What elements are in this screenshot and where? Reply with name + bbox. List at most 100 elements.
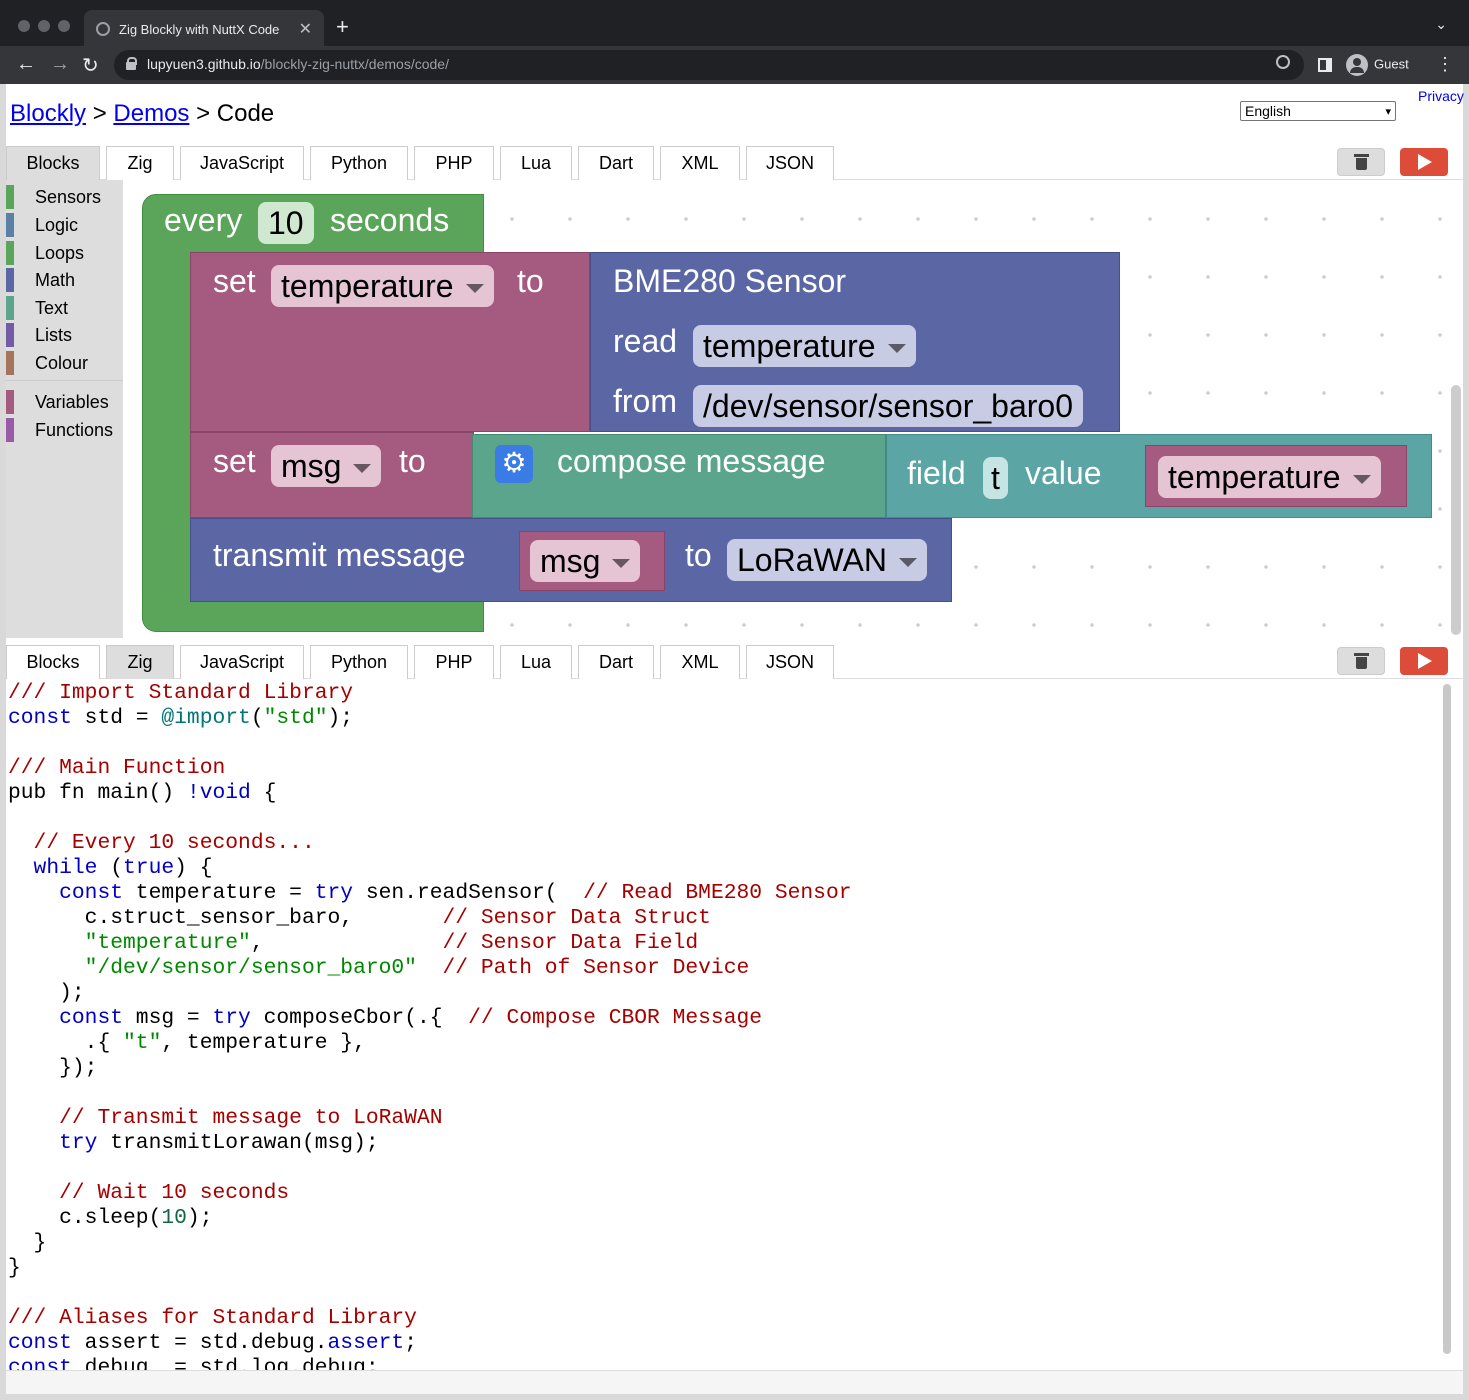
privacy-link[interactable]: Privacy: [1418, 88, 1464, 104]
menu-icon[interactable]: ⋮: [1436, 54, 1454, 75]
destination-dropdown[interactable]: LoRaWAN: [727, 539, 927, 581]
tab-json[interactable]: JSON: [746, 645, 834, 679]
new-tab-button[interactable]: +: [336, 14, 349, 40]
field-value-block[interactable]: field t value temperature: [886, 434, 1432, 518]
category-logic[interactable]: Logic: [6, 213, 123, 237]
zoom-icon[interactable]: [1276, 55, 1290, 69]
set-temperature-block[interactable]: set temperature to: [190, 252, 590, 432]
code-text: assert = std.debug.: [71, 1331, 328, 1355]
compose-message-block[interactable]: ⚙ compose message: [472, 434, 886, 518]
sensor-path-input[interactable]: /dev/sensor/sensor_baro0: [693, 385, 1083, 427]
side-panel-icon[interactable]: [1318, 58, 1332, 72]
tab-php[interactable]: PHP: [414, 146, 494, 180]
back-button[interactable]: ←: [16, 53, 36, 76]
code-text: (): [148, 781, 187, 805]
category-text[interactable]: Text: [6, 296, 123, 320]
set-label: set: [213, 263, 256, 299]
bme280-sensor-block[interactable]: BME280 Sensor read temperature from /dev…: [590, 252, 1120, 432]
language-select[interactable]: English ▾: [1240, 101, 1396, 121]
transmit-message-block[interactable]: transmit message msg to LoRaWAN: [190, 518, 952, 602]
workspace-scrollbar[interactable]: [1451, 385, 1461, 635]
variable-dropdown-msg[interactable]: msg: [271, 445, 382, 487]
blockly-workspace[interactable]: Sensors Logic Loops Math Text Lists Colo…: [6, 180, 1463, 638]
browser-toolbar: ← → ↻ lupyuen3.github.io/blockly-zig-nut…: [0, 46, 1469, 84]
gear-icon[interactable]: ⚙: [495, 445, 533, 483]
code-text: }: [8, 1231, 47, 1255]
every-block-side: [142, 250, 192, 620]
trash-button[interactable]: [1337, 148, 1385, 176]
reload-button[interactable]: ↻: [82, 53, 99, 78]
variable-dropdown-temperature[interactable]: temperature: [1158, 456, 1381, 498]
category-lists[interactable]: Lists: [6, 323, 123, 347]
lock-icon[interactable]: [126, 57, 137, 70]
category-math[interactable]: Math: [6, 268, 123, 292]
code-keyword: const: [8, 881, 124, 905]
code-text: );: [8, 981, 85, 1005]
trash-button[interactable]: [1337, 647, 1385, 675]
tab-json[interactable]: JSON: [746, 146, 834, 180]
tab-python[interactable]: Python: [310, 146, 408, 180]
variable-dropdown-msg[interactable]: msg: [530, 540, 641, 582]
set-msg-block[interactable]: set msg to: [190, 432, 474, 518]
seconds-label: seconds: [330, 202, 450, 238]
code-comment: // Read BME280 Sensor: [583, 881, 852, 905]
code-text: composeCbor(.{: [250, 1006, 469, 1030]
tab-blocks[interactable]: Blocks: [6, 645, 100, 679]
tab-dart[interactable]: Dart: [578, 146, 654, 180]
run-button[interactable]: [1400, 647, 1448, 675]
code-comment: // Path of Sensor Device: [442, 956, 750, 980]
variable-get-msg-block[interactable]: msg: [519, 531, 665, 591]
field-label: field: [907, 455, 966, 491]
category-variables[interactable]: Variables: [6, 390, 123, 414]
variable-dropdown-temperature[interactable]: temperature: [271, 265, 494, 307]
code-view[interactable]: /// Import Standard Library const std = …: [6, 679, 1443, 1370]
every-seconds-input[interactable]: 10: [258, 202, 314, 244]
profile-button[interactable]: Guest: [1346, 54, 1409, 76]
sensor-read-dropdown[interactable]: temperature: [693, 325, 916, 367]
tab-zig[interactable]: Zig: [106, 146, 174, 180]
category-sensors[interactable]: Sensors: [6, 185, 123, 209]
tab-javascript[interactable]: JavaScript: [180, 645, 304, 679]
code-scrollbar[interactable]: [1443, 684, 1451, 1354]
minimize-window-icon[interactable]: [38, 20, 50, 32]
tab-lua[interactable]: Lua: [500, 146, 572, 180]
category-loops[interactable]: Loops: [6, 241, 123, 265]
code-text: ) {: [174, 856, 213, 880]
code-string: "t": [123, 1031, 162, 1055]
tab-blocks[interactable]: Blocks: [6, 146, 100, 180]
close-window-icon[interactable]: [18, 20, 30, 32]
maximize-window-icon[interactable]: [58, 20, 70, 32]
code-keyword: const: [8, 706, 72, 730]
code-keyword: !void: [186, 781, 251, 805]
address-bar[interactable]: lupyuen3.github.io/blockly-zig-nuttx/dem…: [114, 50, 1304, 80]
tab-xml[interactable]: XML: [660, 146, 740, 180]
from-label: from: [613, 383, 677, 419]
field-name-input[interactable]: t: [983, 457, 1008, 499]
tab-lua[interactable]: Lua: [500, 645, 572, 679]
tab-zig[interactable]: Zig: [106, 645, 174, 679]
variable-get-temperature-block[interactable]: temperature: [1145, 445, 1407, 507]
category-colour[interactable]: Colour: [6, 351, 123, 375]
browser-tab[interactable]: Zig Blockly with NuttX Code ✕: [84, 10, 324, 46]
to-label: to: [517, 263, 544, 299]
tab-title: Zig Blockly with NuttX Code: [119, 22, 280, 37]
to-label: to: [685, 537, 712, 573]
category-functions[interactable]: Functions: [6, 418, 123, 442]
close-tab-icon[interactable]: ✕: [299, 19, 312, 39]
tab-javascript[interactable]: JavaScript: [180, 146, 304, 180]
breadcrumb-blockly-link[interactable]: Blockly: [10, 100, 86, 127]
tab-xml[interactable]: XML: [660, 645, 740, 679]
horizontal-scrollbar-track[interactable]: [6, 1370, 1463, 1394]
code-text: sen.readSensor(: [353, 881, 584, 905]
run-button[interactable]: [1400, 148, 1448, 176]
code-comment: // Sensor Data Struct: [442, 906, 711, 930]
forward-button[interactable]: →: [50, 53, 70, 76]
category-swatch: [6, 241, 14, 265]
tab-search-icon[interactable]: ⌄: [1435, 16, 1447, 33]
code-number: 10: [161, 1206, 187, 1230]
tab-php[interactable]: PHP: [414, 645, 494, 679]
tab-dart[interactable]: Dart: [578, 645, 654, 679]
breadcrumb-demos-link[interactable]: Demos: [113, 100, 189, 127]
tab-python[interactable]: Python: [310, 645, 408, 679]
code-keyword: try: [8, 1131, 98, 1155]
